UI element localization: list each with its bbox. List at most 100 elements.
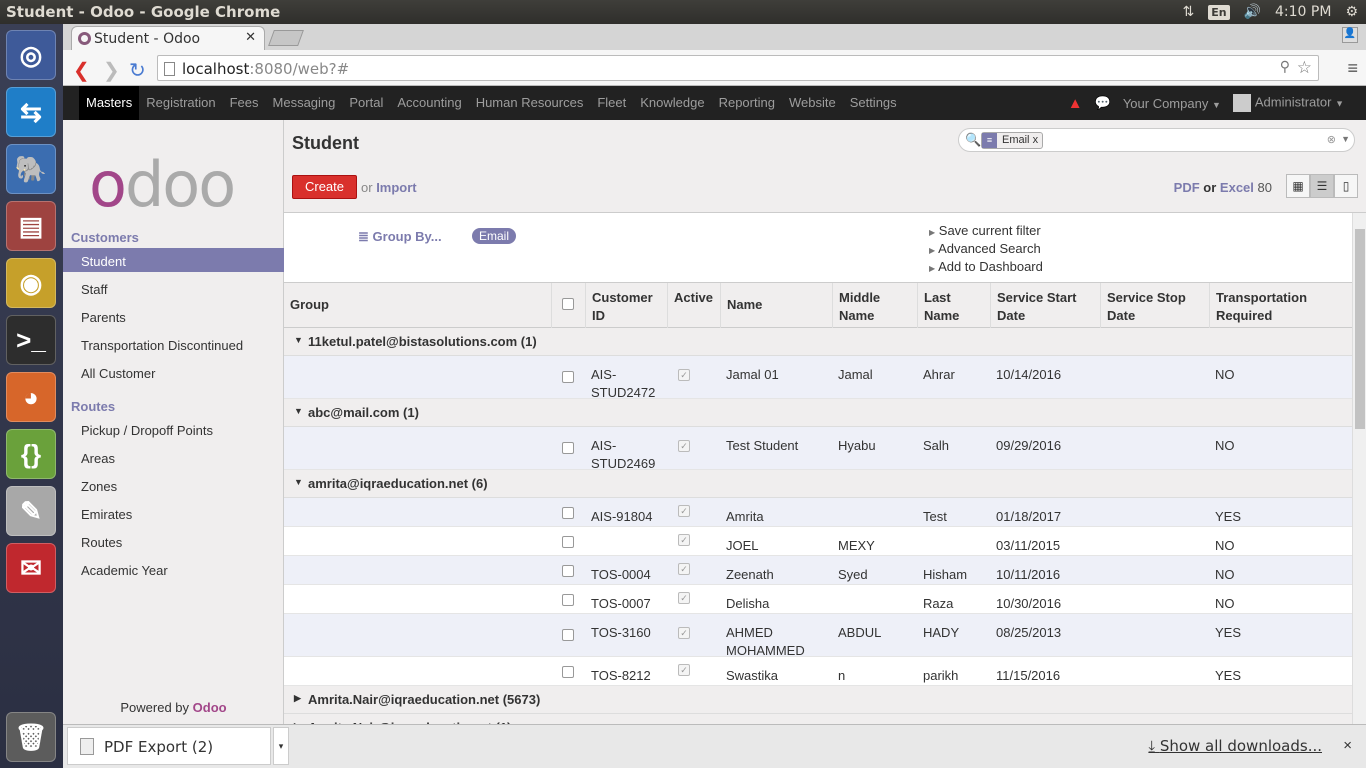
ubuntu-dash-icon[interactable]: ◎ [6, 30, 56, 80]
group-by-menu[interactable]: ≣ Group By... [358, 229, 442, 245]
row-checkbox[interactable] [562, 594, 574, 606]
sidebar-item-academic-year[interactable]: Academic Year [63, 557, 284, 581]
chrome-icon[interactable]: ◉ [6, 258, 56, 308]
top-menu-knowledge[interactable]: Knowledge [633, 86, 711, 120]
advanced-search[interactable]: ▶ Advanced Search [929, 241, 1041, 256]
table-row[interactable]: ✓ AIS- STUD2472 Jamal 01 Jamal Ahrar 10/14/201… [284, 356, 1352, 400]
sidebar-item-zones[interactable]: Zones [63, 473, 284, 497]
download-options-chevron-icon[interactable]: ▾ [273, 727, 289, 765]
search-options-toggle-icon[interactable]: ▼ [1341, 134, 1350, 144]
group-row[interactable]: ▼ abc@mail.com (1) [284, 399, 1352, 427]
back-icon[interactable]: ❮ [73, 58, 90, 83]
text-editor-icon[interactable]: ✎ [6, 486, 56, 536]
col-service-stop-date[interactable]: Service Stop Date [1107, 289, 1186, 325]
clear-search-icon[interactable]: ⊗ [1327, 133, 1336, 146]
chat-icon[interactable]: 💬 [1095, 95, 1111, 111]
top-menu-portal[interactable]: Portal [342, 86, 390, 120]
table-row[interactable]: ✓ AIS-91804 Amrita Test 01/18/2017 YES [284, 498, 1352, 527]
col-last-name[interactable]: Last Name [924, 289, 959, 325]
pdf-export-link[interactable]: PDF [1174, 180, 1200, 195]
close-tab-icon[interactable]: ✕ [245, 30, 256, 45]
top-menu-masters[interactable]: Masters [79, 86, 140, 120]
col-service-start-date[interactable]: Service Start Date [997, 289, 1077, 325]
network-icon[interactable]: ⇅ [1182, 4, 1194, 20]
group-by-email-pill[interactable]: Email [472, 228, 517, 244]
col-name[interactable]: Name [727, 296, 762, 314]
row-checkbox[interactable] [562, 371, 574, 383]
group-row[interactable]: ▼ 11ketul.patel@bistasolutions.com (1) [284, 328, 1352, 356]
row-checkbox[interactable] [562, 536, 574, 548]
file-manager-icon[interactable]: ▤ [6, 201, 56, 251]
sidebar-item-emirates[interactable]: Emirates [63, 501, 284, 525]
facet-remove-icon[interactable]: x [1033, 134, 1039, 146]
odoo-logo[interactable]: odoo [89, 148, 236, 221]
scrollbar[interactable] [1352, 213, 1366, 724]
trash-icon[interactable]: 🗑 [6, 712, 56, 762]
terminal-icon[interactable]: >_ [6, 315, 56, 365]
company-switcher[interactable]: Your Company ▼ [1123, 96, 1221, 111]
clock[interactable]: 4:10 PM [1275, 4, 1331, 20]
create-button[interactable]: Create [292, 175, 357, 199]
firefox-icon[interactable]: ◕ [6, 372, 56, 422]
sidebar-item-transportation-discontinued[interactable]: Transportation Discontinued [63, 332, 284, 356]
chrome-menu-icon[interactable]: ≡ [1347, 58, 1358, 79]
table-row[interactable]: ✓ TOS-0004 Zeenath Syed Hisham 10/11/2016 NO [284, 556, 1352, 585]
select-all-checkbox[interactable] [562, 298, 574, 310]
search-box[interactable]: 🔍 ≡ Email x ⊗ ▼ [958, 128, 1355, 152]
sidebar-item-staff[interactable]: Staff [63, 276, 284, 300]
volume-icon[interactable]: 🔊 [1244, 4, 1261, 20]
key-icon[interactable]: ⚲ [1280, 59, 1290, 75]
col-group[interactable]: Group [290, 296, 329, 314]
reload-icon[interactable]: ↻ [129, 58, 146, 83]
col-transportation-required[interactable]: Transportation Required [1216, 289, 1307, 325]
group-row[interactable]: ▼ amrita@iqraeducation.net (6) [284, 470, 1352, 498]
bookmark-star-icon[interactable]: ☆ [1297, 58, 1312, 78]
top-menu-fleet[interactable]: Fleet [590, 86, 633, 120]
top-menu-human-resources[interactable]: Human Resources [469, 86, 591, 120]
col-customer-id[interactable]: Customer ID [592, 289, 653, 325]
row-checkbox[interactable] [562, 507, 574, 519]
list-view-icon[interactable]: ☰ [1310, 174, 1334, 198]
sidebar-item-areas[interactable]: Areas [63, 445, 284, 469]
teamviewer-icon[interactable]: ⇆ [6, 87, 56, 137]
document-viewer-icon[interactable]: ✉ [6, 543, 56, 593]
scrollbar-thumb[interactable] [1355, 229, 1365, 429]
keyboard-language[interactable]: En [1208, 4, 1230, 20]
search-facet[interactable]: ≡ Email x [981, 132, 1044, 149]
postgres-icon[interactable]: 🐘 [6, 144, 56, 194]
col-middle-name[interactable]: Middle Name [839, 289, 880, 325]
browser-tab[interactable]: Student - Odoo ✕ [71, 26, 265, 50]
top-menu-fees[interactable]: Fees [223, 86, 266, 120]
row-checkbox[interactable] [562, 629, 574, 641]
sidebar-item-all-customer[interactable]: All Customer [63, 360, 284, 384]
top-menu-reporting[interactable]: Reporting [712, 86, 782, 120]
save-current-filter[interactable]: ▶ Save current filter [929, 223, 1041, 238]
excel-export-link[interactable]: Excel [1220, 180, 1254, 195]
user-menu[interactable]: Administrator ▼ [1232, 94, 1344, 112]
table-row[interactable]: ✓ TOS-0007 Delisha Raza 10/30/2016 NO [284, 585, 1352, 614]
col-active[interactable]: Active [674, 289, 713, 307]
table-row[interactable]: ✓ TOS-3160 AHMED MOHAMMED ABDUL HADY 08/25/201… [284, 614, 1352, 658]
row-checkbox[interactable] [562, 565, 574, 577]
top-menu-accounting[interactable]: Accounting [390, 86, 468, 120]
table-row[interactable]: ✓ AIS- STUD2469 Test Student Hyabu Salh 09/29/… [284, 427, 1352, 471]
brackets-icon[interactable]: {} [6, 429, 56, 479]
close-download-bar-icon[interactable]: × [1343, 737, 1352, 754]
forward-icon[interactable]: ❯ [103, 58, 120, 83]
kanban-view-icon[interactable]: ▦ [1286, 174, 1310, 198]
show-all-downloads-link[interactable]: ⤓ Show all downloads... [1148, 737, 1322, 755]
add-to-dashboard[interactable]: ▶ Add to Dashboard [929, 259, 1043, 274]
sidebar-item-pickup-dropoff-points[interactable]: Pickup / Dropoff Points [63, 417, 284, 441]
new-tab-button[interactable] [268, 30, 304, 46]
warning-icon[interactable]: ▲ [1068, 95, 1083, 112]
top-menu-website[interactable]: Website [782, 86, 843, 120]
powered-by-link[interactable]: Odoo [193, 700, 227, 715]
top-menu-messaging[interactable]: Messaging [266, 86, 343, 120]
row-checkbox[interactable] [562, 442, 574, 454]
table-row[interactable]: ✓ JOEL MEXY 03/11/2015 NO [284, 527, 1352, 556]
sidebar-item-routes[interactable]: Routes [63, 529, 284, 553]
top-menu-settings[interactable]: Settings [843, 86, 904, 120]
settings-gear-icon[interactable]: ⚙ [1345, 4, 1358, 20]
import-link[interactable]: Import [376, 180, 416, 195]
sidebar-item-parents[interactable]: Parents [63, 304, 284, 328]
